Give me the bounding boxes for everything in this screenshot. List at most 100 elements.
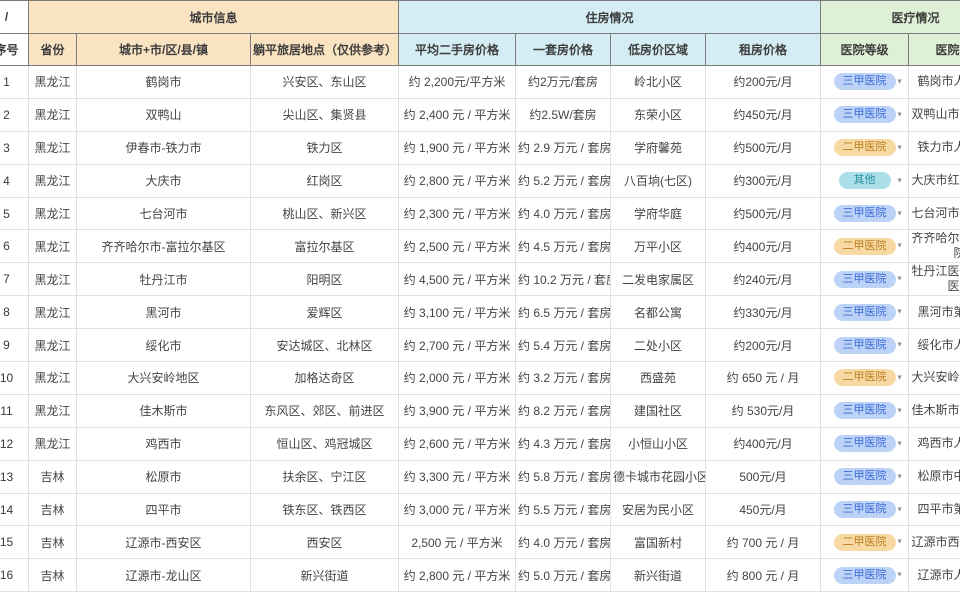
- cell-avg[interactable]: 约 2,300 元 / 平方米: [398, 196, 516, 231]
- cell-avg[interactable]: 约 3,000 元 / 平方米: [398, 492, 516, 527]
- cell-seq[interactable]: 3: [0, 130, 29, 165]
- cell-rent[interactable]: 约200元/月: [704, 65, 822, 99]
- cell-hospital[interactable]: 绥化市人民医院: [908, 328, 960, 363]
- chevron-down-icon[interactable]: ▼: [896, 111, 903, 118]
- cell-province[interactable]: 吉林: [28, 459, 77, 494]
- cell-province[interactable]: 黑龙江: [28, 361, 77, 395]
- cell-location[interactable]: 铁力区: [250, 130, 399, 165]
- cell-province[interactable]: 黑龙江: [28, 295, 77, 330]
- cell-hospital[interactable]: 牡丹江医学院附属医院: [908, 262, 960, 297]
- cell-avg[interactable]: 约 2,000 元 / 平方米: [398, 361, 516, 395]
- cell-avg[interactable]: 2,500 元 / 平方米: [398, 525, 516, 560]
- chevron-down-icon[interactable]: ▼: [896, 473, 903, 480]
- cell-unit[interactable]: 约 6.5 万元 / 套房: [515, 295, 611, 330]
- cell-unit[interactable]: 约 10.2 万元 / 套房: [515, 262, 611, 297]
- hospital-level-select[interactable]: 三甲医院: [833, 402, 896, 420]
- cell-seq[interactable]: 10: [0, 361, 29, 395]
- cell-level[interactable]: 二甲医院 ▼: [820, 525, 910, 560]
- cell-seq[interactable]: 9: [0, 328, 29, 363]
- cell-low[interactable]: 万平小区: [610, 229, 706, 264]
- cell-province[interactable]: 黑龙江: [28, 130, 77, 165]
- cell-city[interactable]: 鸡西市: [76, 426, 251, 461]
- cell-avg[interactable]: 约 2,800 元 / 平方米: [398, 163, 516, 198]
- cell-unit[interactable]: 约 5.5 万元 / 套房: [515, 492, 611, 527]
- cell-city[interactable]: 绥化市: [76, 328, 251, 363]
- hospital-level-select[interactable]: 三甲医院: [833, 435, 896, 453]
- cell-location[interactable]: 新兴街道: [250, 558, 399, 592]
- cell-level[interactable]: 三甲医院 ▼: [820, 459, 910, 494]
- cell-rent[interactable]: 450元/月: [704, 492, 822, 527]
- cell-rent[interactable]: 约500元/月: [704, 196, 822, 231]
- cell-seq[interactable]: 14: [0, 492, 29, 527]
- cell-rent[interactable]: 约500元/月: [704, 130, 822, 165]
- cell-unit[interactable]: 约 5.2 万元 / 套房: [515, 163, 611, 198]
- cell-low[interactable]: 学府馨苑: [610, 130, 706, 165]
- cell-location[interactable]: 扶余区、宁江区: [250, 459, 399, 494]
- cell-avg[interactable]: 约 2,700 元 / 平方米: [398, 328, 516, 363]
- cell-low[interactable]: 东荣小区: [610, 97, 706, 132]
- cell-city[interactable]: 七台河市: [76, 196, 251, 231]
- cell-level[interactable]: 三甲医院 ▼: [820, 558, 910, 592]
- cell-city[interactable]: 大兴安岭地区: [76, 361, 251, 395]
- cell-seq[interactable]: 16: [0, 558, 29, 592]
- hospital-level-select[interactable]: 三甲医院: [833, 566, 896, 584]
- hospital-level-select[interactable]: 二甲医院: [833, 139, 896, 157]
- cell-province[interactable]: 吉林: [28, 558, 77, 592]
- cell-city[interactable]: 佳木斯市: [76, 393, 251, 428]
- cell-province[interactable]: 吉林: [28, 492, 77, 527]
- cell-avg[interactable]: 约 2,600 元 / 平方米: [398, 426, 516, 461]
- cell-seq[interactable]: 13: [0, 459, 29, 494]
- chevron-down-icon[interactable]: ▼: [896, 407, 903, 414]
- cell-level[interactable]: 其他 ▼: [820, 163, 910, 198]
- hospital-level-select[interactable]: 三甲医院: [833, 303, 896, 321]
- chevron-down-icon[interactable]: ▼: [896, 342, 903, 349]
- cell-rent[interactable]: 约 530元/月: [704, 393, 822, 428]
- cell-seq[interactable]: 1: [0, 65, 29, 99]
- cell-unit[interactable]: 约2万元/套房: [515, 65, 611, 99]
- cell-city[interactable]: 大庆市: [76, 163, 251, 198]
- header-group-medical-info[interactable]: 医疗情况: [820, 0, 960, 34]
- header-group-city-info[interactable]: 城市信息: [28, 0, 399, 34]
- cell-rent[interactable]: 约400元/月: [704, 426, 822, 461]
- cell-location[interactable]: 富拉尔基区: [250, 229, 399, 264]
- cell-hospital[interactable]: 佳木斯市中心医院: [908, 393, 960, 428]
- cell-low[interactable]: 安居为民小区: [610, 492, 706, 527]
- cell-hospital[interactable]: 鹤岗市人民医院: [908, 65, 960, 99]
- cell-rent[interactable]: 约 700 元 / 月: [704, 525, 822, 560]
- hospital-level-select[interactable]: 三甲医院: [833, 501, 896, 519]
- header-col-rent[interactable]: 租房价格: [704, 33, 822, 66]
- cell-rent[interactable]: 约200元/月: [704, 328, 822, 363]
- cell-low[interactable]: 二处小区: [610, 328, 706, 363]
- cell-location[interactable]: 桃山区、新兴区: [250, 196, 399, 231]
- header-col-location[interactable]: 躺平旅居地点（仅供参考）: [250, 33, 399, 66]
- chevron-down-icon[interactable]: ▼: [896, 374, 903, 381]
- cell-city[interactable]: 黑河市: [76, 295, 251, 330]
- chevron-down-icon[interactable]: ▼: [896, 506, 903, 513]
- cell-unit[interactable]: 约 3.2 万元 / 套房: [515, 361, 611, 395]
- cell-unit[interactable]: 约 5.8 万元 / 套房: [515, 459, 611, 494]
- cell-city[interactable]: 双鸭山: [76, 97, 251, 132]
- cell-location[interactable]: 东风区、郊区、前进区: [250, 393, 399, 428]
- cell-province[interactable]: 吉林: [28, 525, 77, 560]
- cell-province[interactable]: 黑龙江: [28, 426, 77, 461]
- cell-location[interactable]: 阳明区: [250, 262, 399, 297]
- cell-location[interactable]: 铁东区、铁西区: [250, 492, 399, 527]
- chevron-down-icon[interactable]: ▼: [896, 243, 903, 250]
- header-col-avg[interactable]: 平均二手房价格: [398, 33, 516, 66]
- cell-unit[interactable]: 约 5.4 万元 / 套房: [515, 328, 611, 363]
- cell-city[interactable]: 齐齐哈尔市-富拉尔基区: [76, 229, 251, 264]
- cell-city[interactable]: 牡丹江市: [76, 262, 251, 297]
- cell-province[interactable]: 黑龙江: [28, 97, 77, 132]
- cell-hospital[interactable]: 辽源市人民医院: [908, 558, 960, 592]
- cell-location[interactable]: 西安区: [250, 525, 399, 560]
- hospital-level-select[interactable]: 二甲医院: [833, 237, 896, 255]
- cell-city[interactable]: 鹤岗市: [76, 65, 251, 99]
- cell-hospital[interactable]: 大兴安岭地区医院: [908, 361, 960, 395]
- chevron-down-icon[interactable]: ▼: [896, 210, 903, 217]
- chevron-down-icon[interactable]: ▼: [896, 539, 903, 546]
- cell-seq[interactable]: 4: [0, 163, 29, 198]
- hospital-level-select[interactable]: 二甲医院: [833, 369, 896, 387]
- cell-low[interactable]: 德卡城市花园小区: [610, 459, 706, 494]
- cell-location[interactable]: 安达城区、北林区: [250, 328, 399, 363]
- hospital-level-select[interactable]: 三甲医院: [833, 73, 896, 91]
